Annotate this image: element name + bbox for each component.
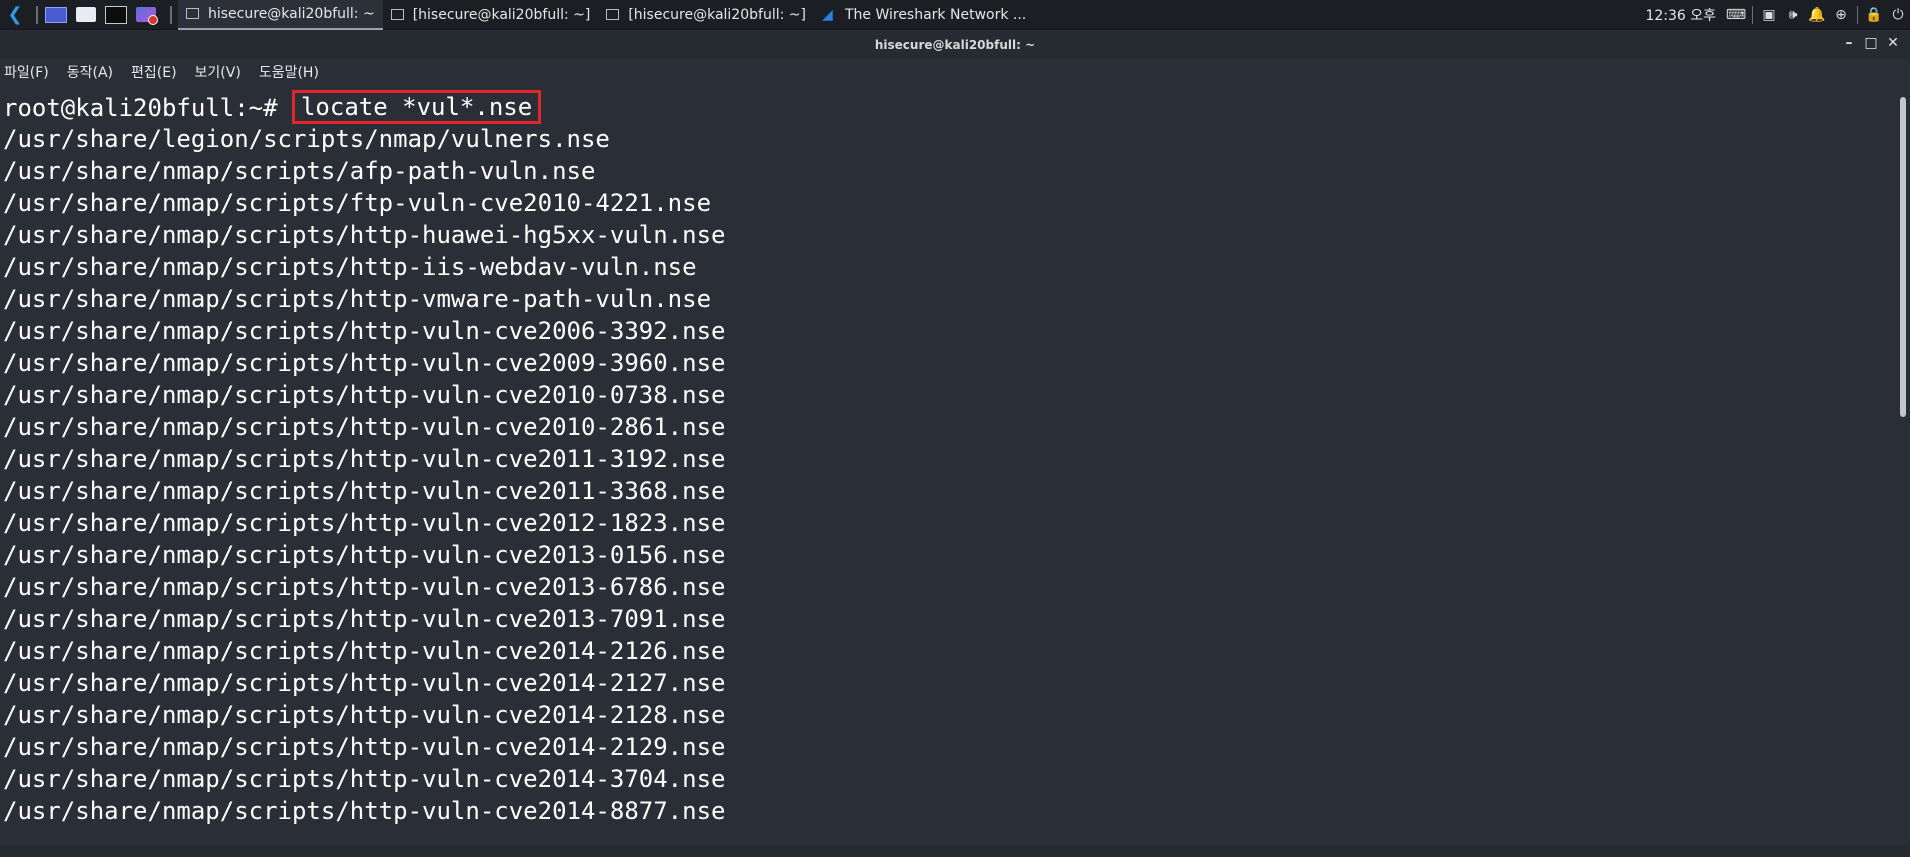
folder-icon: [76, 7, 96, 22]
output-line: /usr/share/legion/scripts/nmap/vulners.n…: [3, 125, 610, 153]
terminal-icon: [186, 8, 199, 19]
menu-help[interactable]: 도움말(H): [259, 62, 319, 82]
menubar: 파일(F) 동작(A) 편집(E) 보기(V) 도움말(H): [0, 59, 1910, 85]
output-line: /usr/share/nmap/scripts/http-iis-webdav-…: [3, 253, 697, 281]
file-manager-launcher[interactable]: [74, 5, 98, 25]
prompt-line: root@kali20bfull:~# locate *vul*.nse: [0, 90, 1896, 124]
output-line: /usr/share/nmap/scripts/http-vuln-cve201…: [3, 701, 726, 729]
taskbar: ❮ hisecure@kali20bfull: ~ [hisecure@kali…: [0, 0, 1910, 30]
output-line: /usr/share/nmap/scripts/http-vuln-cve201…: [3, 509, 726, 537]
output-line: /usr/share/nmap/scripts/http-vuln-cve201…: [3, 541, 726, 569]
task-terminal-3[interactable]: [hisecure@kali20bfull: ~]: [598, 0, 814, 30]
screen-recorder-launcher[interactable]: [134, 5, 158, 25]
kali-menu-icon[interactable]: ❮: [0, 0, 30, 30]
task-label: [hisecure@kali20bfull: ~]: [412, 6, 591, 23]
bottom-strip: [0, 845, 1910, 857]
terminal-icon: [105, 5, 127, 24]
output-line: /usr/share/nmap/scripts/http-vuln-cve201…: [3, 605, 726, 633]
desktop-icon: [45, 6, 67, 23]
window-title: hisecure@kali20bfull: ~: [874, 38, 1036, 52]
menu-edit[interactable]: 편집(E): [131, 62, 177, 82]
task-terminal-1[interactable]: hisecure@kali20bfull: ~: [178, 0, 383, 30]
minimize-button[interactable]: –: [1838, 35, 1860, 51]
clock[interactable]: 12:36 오후: [1645, 5, 1716, 25]
output-line: /usr/share/nmap/scripts/http-vuln-cve200…: [3, 349, 726, 377]
close-button[interactable]: ✕: [1882, 35, 1904, 51]
lock-icon[interactable]: 🔒: [1862, 7, 1886, 23]
power-icon[interactable]: ⏻: [1886, 7, 1910, 23]
notification-bell-icon[interactable]: 🔔: [1805, 7, 1829, 23]
menu-file[interactable]: 파일(F): [4, 62, 49, 82]
output-line: /usr/share/nmap/scripts/ftp-vuln-cve2010…: [3, 189, 712, 217]
display-icon[interactable]: ▣: [1757, 7, 1781, 23]
terminal-icon: [606, 9, 620, 20]
terminal-launcher[interactable]: [104, 5, 128, 25]
scrollbar-thumb[interactable]: [1900, 97, 1906, 417]
output-line: /usr/share/nmap/scripts/http-vuln-cve200…: [3, 317, 726, 345]
volume-icon[interactable]: 🕪: [1781, 7, 1805, 23]
task-label: hisecure@kali20bfull: ~: [208, 5, 375, 22]
output-line: /usr/share/nmap/scripts/afp-path-vuln.ns…: [3, 157, 596, 185]
output-line: /usr/share/nmap/scripts/http-vuln-cve201…: [3, 733, 726, 761]
terminal-icon: [390, 9, 404, 20]
menu-view[interactable]: 보기(V): [195, 62, 241, 82]
output-line: /usr/share/nmap/scripts/http-vuln-cve201…: [3, 413, 726, 441]
task-label: [hisecure@kali20bfull: ~]: [628, 6, 806, 23]
wireshark-icon: ◢: [821, 6, 833, 23]
taskbar-separator: [36, 5, 38, 24]
show-desktop-button[interactable]: [44, 5, 68, 25]
tray-separator: [1752, 6, 1753, 24]
output-line: /usr/share/nmap/scripts/http-vmware-path…: [3, 285, 712, 313]
output-line: /usr/share/nmap/scripts/http-vuln-cve201…: [3, 477, 726, 505]
output-line: /usr/share/nmap/scripts/http-vuln-cve201…: [3, 381, 726, 409]
taskbar-separator: [170, 5, 172, 24]
output-line: /usr/share/nmap/scripts/http-vuln-cve201…: [3, 669, 726, 697]
window-controls: – □ ✕: [1838, 35, 1904, 51]
maximize-button[interactable]: □: [1860, 35, 1882, 51]
shell-prompt: root@kali20bfull:~#: [3, 94, 292, 122]
task-wireshark[interactable]: ◢ The Wireshark Network ...: [814, 0, 1034, 30]
keyboard-icon[interactable]: ⌨: [1724, 7, 1748, 23]
power-manager-icon[interactable]: ⊕: [1829, 7, 1853, 23]
task-terminal-2[interactable]: [hisecure@kali20bfull: ~]: [383, 0, 599, 30]
output-line: /usr/share/nmap/scripts/http-vuln-cve201…: [3, 573, 726, 601]
menu-action[interactable]: 동작(A): [67, 62, 113, 82]
output-line: /usr/share/nmap/scripts/http-vuln-cve201…: [3, 797, 726, 825]
terminal-scrollbar[interactable]: [1896, 85, 1910, 845]
window-titlebar[interactable]: hisecure@kali20bfull: ~ – □ ✕: [0, 31, 1910, 59]
task-label: The Wireshark Network ...: [844, 6, 1027, 23]
tray-separator: [1857, 6, 1858, 24]
highlighted-command: locate *vul*.nse: [291, 90, 542, 124]
record-dot-icon: [148, 14, 158, 25]
output-line: /usr/share/nmap/scripts/http-vuln-cve201…: [3, 637, 726, 665]
terminal-output[interactable]: root@kali20bfull:~# locate *vul*.nse /us…: [0, 85, 1896, 845]
output-line: /usr/share/nmap/scripts/http-huawei-hg5x…: [3, 221, 726, 249]
output-line: /usr/share/nmap/scripts/http-vuln-cve201…: [3, 445, 726, 473]
output-line: /usr/share/nmap/scripts/http-vuln-cve201…: [3, 765, 726, 793]
system-tray: 12:36 오후 ⌨ ▣ 🕪 🔔 ⊕ 🔒 ⏻: [1645, 0, 1910, 30]
